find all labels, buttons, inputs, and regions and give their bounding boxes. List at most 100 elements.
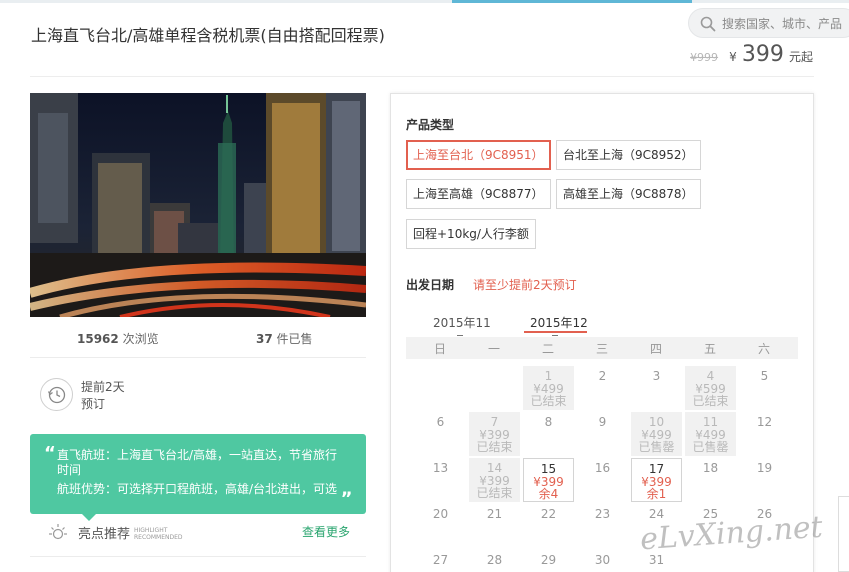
calendar-day-6: 6 xyxy=(415,412,466,456)
calendar-day-number: 7 xyxy=(490,415,499,429)
calendar-day-number: 16 xyxy=(594,461,611,475)
product-option-sh-khh[interactable]: 上海至高雄（9C8877） xyxy=(406,179,551,209)
sold-count-number: 37 xyxy=(256,332,273,346)
current-price: 399 xyxy=(741,42,784,67)
calendar-day-17[interactable]: 17 ¥399 余1 xyxy=(631,458,682,502)
side-widget xyxy=(838,496,849,572)
calendar-day-status: 已结束 xyxy=(692,394,729,408)
search-input[interactable] xyxy=(722,14,849,34)
calendar-day-23: 23 xyxy=(577,504,628,548)
calendar-day-4: 4 ¥599 已结束 xyxy=(685,366,736,410)
calendar-day-number: 2 xyxy=(598,369,607,383)
calendar-day-status: 已售罄 xyxy=(638,440,675,454)
product-photo[interactable] xyxy=(30,93,366,317)
calendar-day-8: 8 xyxy=(523,412,574,456)
month-tab-active-underline xyxy=(524,331,587,333)
highlight-pointer xyxy=(82,514,96,521)
calendar-day-number: 11 xyxy=(702,415,719,429)
highlight-label-en-1: HIGHLIGHT xyxy=(134,527,168,534)
month-tab-nov[interactable]: 2015年11 xyxy=(433,314,491,331)
calendar-day-status: 已售罄 xyxy=(692,440,729,454)
calendar-day-number: 14 xyxy=(486,461,503,475)
calendar-day-status: 余1 xyxy=(646,487,667,501)
calendar-day-number: 13 xyxy=(432,461,449,475)
calendar-day-number: 8 xyxy=(544,415,553,429)
calendar-day-5: 5 xyxy=(739,366,790,410)
calendar-day-number: 3 xyxy=(652,369,661,383)
month-tab-marker xyxy=(552,335,558,336)
calendar-day-number: 30 xyxy=(594,553,611,567)
calendar-day-number: 18 xyxy=(702,461,719,475)
calendar-day-21: 21 xyxy=(469,504,520,548)
weekday-sat: 六 xyxy=(757,342,770,356)
weekday-wed: 三 xyxy=(595,342,608,356)
calendar-day-10: 10 ¥499 已售罄 xyxy=(631,412,682,456)
weekday-tue: 二 xyxy=(541,342,554,356)
search-box[interactable] xyxy=(688,8,849,38)
weekday-header: 日 一 二 三 四 五 六 xyxy=(406,337,798,359)
calendar-day-number: 28 xyxy=(486,553,503,567)
highlight-label-text: 亮点推荐 xyxy=(78,527,131,542)
calendar-day-18: 18 xyxy=(685,458,736,502)
advance-line1: 提前2天 xyxy=(81,380,125,394)
calendar-day-28: 28 xyxy=(469,550,520,572)
page-title: 上海直飞台北/高雄单程含税机票(自由搭配回程票) xyxy=(31,26,385,45)
view-count-number: 15962 xyxy=(77,332,119,346)
calendar-day-number: 27 xyxy=(432,553,449,567)
weekday-sun: 日 xyxy=(433,342,446,356)
calendar-day-27: 27 xyxy=(415,550,466,572)
calendar-day-11: 11 ¥499 已售罄 xyxy=(685,412,736,456)
calendar-day-number: 9 xyxy=(598,415,607,429)
calendar-day-2: 2 xyxy=(577,366,628,410)
calendar-day-status: 已结束 xyxy=(476,440,513,454)
product-option-sh-tpe[interactable]: 上海至台北（9C8951） xyxy=(406,140,551,170)
price-unit: 元起 xyxy=(788,50,813,64)
see-more-link[interactable]: 查看更多 xyxy=(302,523,350,540)
divider xyxy=(30,357,366,358)
calendar-day-number: 17 xyxy=(648,462,665,476)
highlight-text-2: 航班优势：可选择开口程航班，高雄/台北进出，可选 xyxy=(57,482,338,496)
divider xyxy=(30,556,366,557)
search-icon xyxy=(700,16,716,32)
calendar-day-number: 5 xyxy=(760,369,769,383)
calendar-day-7: 7 ¥399 已结束 xyxy=(469,412,520,456)
calendar-day-number: 21 xyxy=(486,507,503,521)
weekday-mon: 一 xyxy=(487,342,500,356)
weekday-thu: 四 xyxy=(649,342,662,356)
calendar-day-number: 19 xyxy=(756,461,773,475)
departure-date-label: 出发日期 xyxy=(406,278,455,292)
open-quote: “ xyxy=(44,443,56,464)
calendar-day-number: 1 xyxy=(544,369,553,383)
calendar-day-number: 12 xyxy=(756,415,773,429)
advance-notice: 请至少提前2天预订 xyxy=(473,278,577,292)
weekday-fri: 五 xyxy=(703,342,716,356)
calendar-day-19: 19 xyxy=(739,458,790,502)
calendar-day-13: 13 xyxy=(415,458,466,502)
calendar-day-29: 29 xyxy=(523,550,574,572)
calendar-day-12: 12 xyxy=(739,412,790,456)
divider xyxy=(30,76,814,77)
calendar-day-9: 9 xyxy=(577,412,628,456)
product-option-return-baggage[interactable]: 回程+10kg/人行李额 xyxy=(406,219,536,249)
month-tab-dec[interactable]: 2015年12 xyxy=(530,314,588,331)
original-price: ¥999 xyxy=(690,51,719,64)
highlight-box: “ 直飞航班：上海直飞台北/高雄，一站直达，节省旅行时间 航班优势：可选择开口程… xyxy=(30,434,366,521)
calendar-day-14: 14 ¥399 已结束 xyxy=(469,458,520,502)
product-type-label: 产品类型 xyxy=(406,118,455,132)
price-block: ¥999 ¥ 399 元起 xyxy=(690,42,813,67)
view-count-label: 次浏览 xyxy=(122,332,159,346)
calendar-day-20: 20 xyxy=(415,504,466,548)
month-tab-marker xyxy=(457,335,463,336)
calendar-day-status: 已结束 xyxy=(476,486,513,500)
calendar-day-30: 30 xyxy=(577,550,628,572)
calendar-day-number: 20 xyxy=(432,507,449,521)
calendar-day-15[interactable]: 15 ¥399 余4 xyxy=(523,458,574,502)
clock-icon xyxy=(40,378,73,411)
sold-count-label: 件已售 xyxy=(276,332,313,346)
top-bar-active-segment xyxy=(452,0,692,3)
stats-row: 15962 次浏览 37 件已售 xyxy=(30,330,366,350)
calendar-day-22: 22 xyxy=(523,504,574,548)
taipei-night-image xyxy=(30,93,366,317)
product-option-khh-sh[interactable]: 高雄至上海（9C8878） xyxy=(556,179,701,209)
product-option-tpe-sh[interactable]: 台北至上海（9C8952） xyxy=(556,140,701,170)
